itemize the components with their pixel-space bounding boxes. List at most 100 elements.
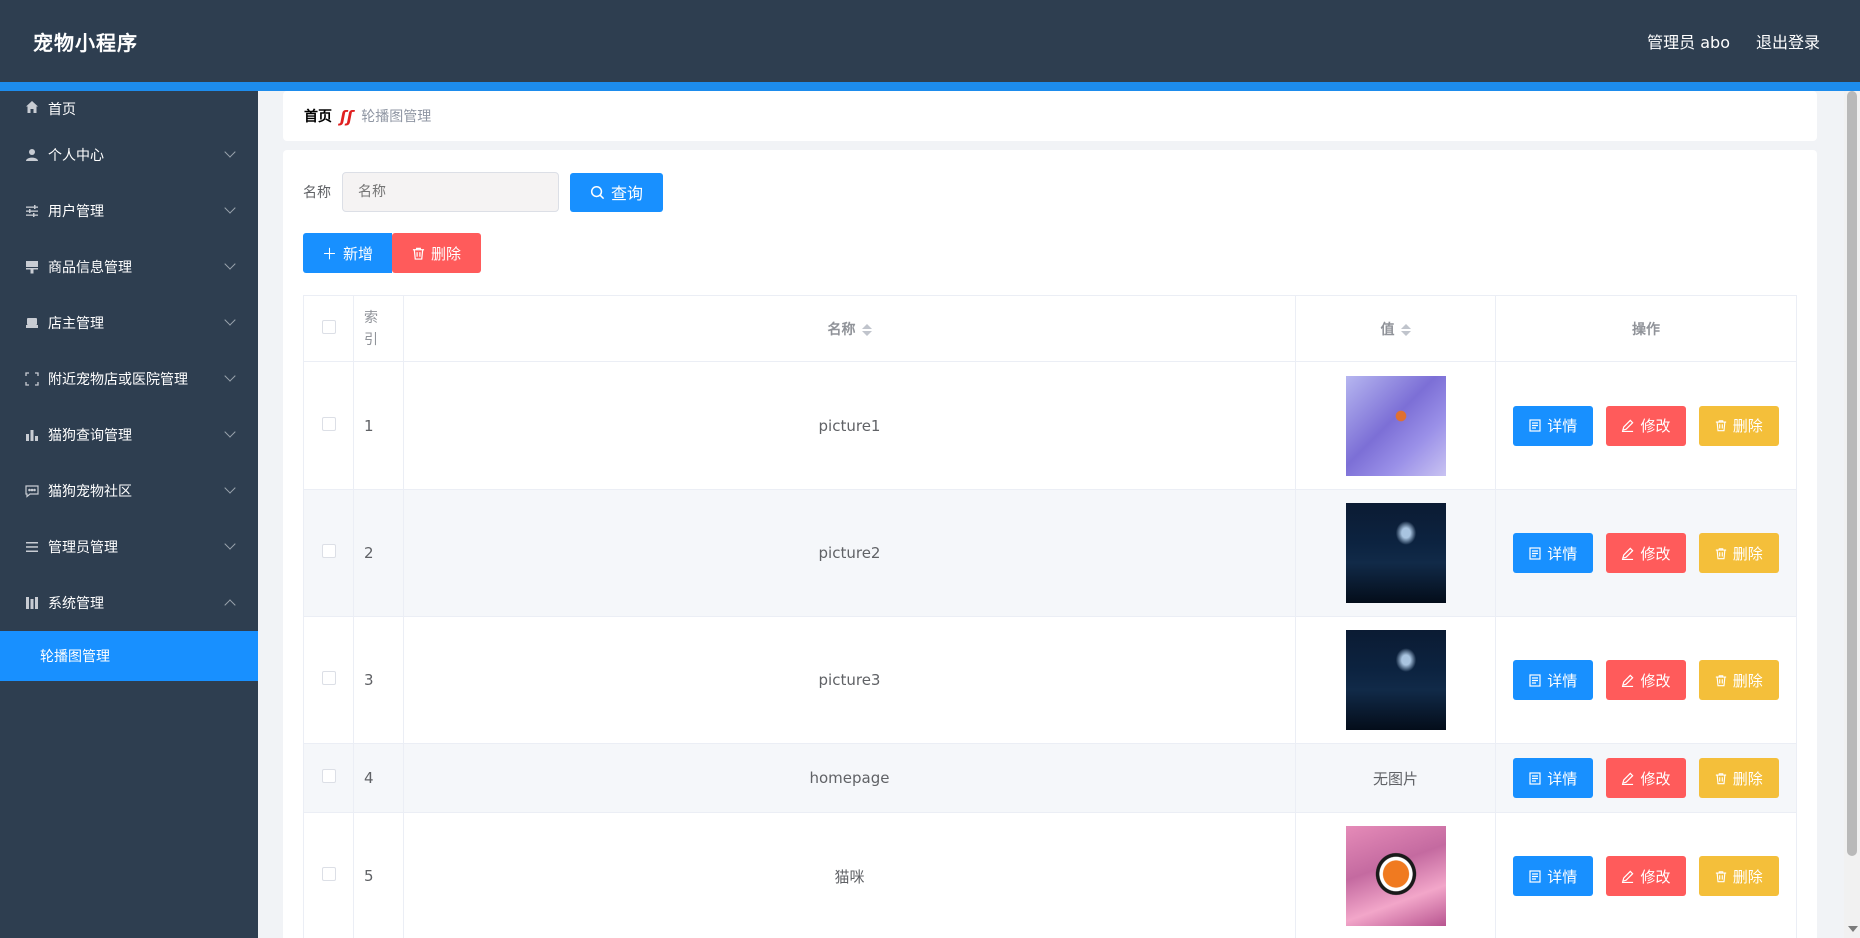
delete-button[interactable]: 删除	[1698, 660, 1779, 700]
select-all-checkbox[interactable]	[321, 319, 336, 334]
detail-button[interactable]: 详情	[1513, 758, 1594, 798]
row-checkbox[interactable]	[321, 867, 336, 881]
detail-label: 详情	[1547, 544, 1578, 563]
scan-icon	[24, 371, 40, 387]
delete-button[interactable]: 删除	[1698, 856, 1779, 896]
breadcrumb-separator-icon: ʃʃ	[340, 106, 354, 126]
scroll-down-arrow-icon[interactable]	[1848, 926, 1858, 932]
edit-label: 修改	[1640, 671, 1671, 690]
sidebar-item-label: 猫狗查询管理	[48, 428, 132, 444]
row-index: 5	[353, 812, 404, 938]
add-button[interactable]: ＋ 新增	[303, 233, 392, 273]
edit-label: 修改	[1640, 544, 1671, 563]
page-scrollbar[interactable]	[1844, 91, 1860, 938]
search-input[interactable]	[342, 172, 559, 212]
edit-button[interactable]: 修改	[1606, 533, 1686, 573]
carousel-image[interactable]	[1345, 630, 1446, 730]
sidebar-item-pet-query[interactable]: 猫狗查询管理	[0, 407, 258, 463]
sidebar-item-admins[interactable]: 管理员管理	[0, 519, 258, 575]
search-icon	[590, 185, 605, 199]
detail-label: 详情	[1547, 769, 1578, 788]
detail-label: 详情	[1547, 867, 1578, 886]
sidebar-subitem-carousel[interactable]: 轮播图管理	[0, 631, 258, 681]
plus-icon: ＋	[321, 244, 337, 263]
delete-label: 删除	[1732, 417, 1763, 435]
sidebar-item-label: 管理员管理	[48, 540, 118, 556]
carousel-image[interactable]	[1345, 375, 1446, 476]
row-name: picture1	[403, 361, 1296, 490]
query-button[interactable]: 查询	[570, 172, 663, 212]
trash-icon	[1715, 870, 1726, 882]
sidebar-item-label: 个人中心	[48, 148, 104, 164]
row-value	[1295, 361, 1496, 490]
edit-button[interactable]: 修改	[1606, 405, 1686, 446]
edit-label: 修改	[1640, 769, 1671, 788]
sidebar-item-pet-community[interactable]: 猫狗宠物社区	[0, 463, 258, 519]
sort-icon[interactable]	[1400, 323, 1411, 336]
row-check-cell	[303, 616, 354, 744]
carousel-image[interactable]	[1345, 503, 1446, 603]
document-icon	[1529, 673, 1541, 687]
row-checkbox[interactable]	[321, 416, 336, 431]
sidebar-item-shop-owners[interactable]: 店主管理	[0, 295, 258, 351]
edit-button[interactable]: 修改	[1606, 856, 1686, 896]
table-row: 2 picture2 详情 修改 删除	[303, 489, 1797, 617]
name-header[interactable]: 名称	[403, 295, 1296, 362]
sort-icon[interactable]	[861, 323, 872, 336]
sidebar-item-users[interactable]: 用户管理	[0, 183, 258, 239]
delete-button[interactable]: 删除	[1698, 758, 1779, 798]
breadcrumb-home[interactable]: 首页	[304, 106, 332, 126]
row-checkbox[interactable]	[321, 769, 336, 783]
pencil-icon	[1622, 547, 1634, 560]
logout-link[interactable]: 退出登录	[1756, 29, 1820, 53]
row-actions: 详情 修改 删除	[1495, 743, 1797, 813]
table-row: 5 猫咪 详情 修改 删除	[303, 812, 1797, 938]
delete-label: 删除	[1732, 769, 1763, 788]
carousel-image[interactable]	[1345, 826, 1446, 926]
row-actions: 详情 修改 删除	[1495, 616, 1797, 744]
value-header-label: 值	[1380, 321, 1395, 338]
home-icon	[24, 99, 40, 115]
sidebar-item-profile[interactable]: 个人中心	[0, 127, 258, 183]
detail-button[interactable]: 详情	[1513, 405, 1594, 446]
sidebar-item-nearby-shops[interactable]: 附近宠物店或医院管理	[0, 351, 258, 407]
main-content: 名称 查询 ＋ 新增 删除 索引 名称 值 操作	[283, 150, 1817, 938]
row-index: 4	[353, 743, 404, 813]
delete-label: 删除	[1732, 671, 1763, 690]
trash-icon	[412, 247, 425, 260]
value-header[interactable]: 值	[1295, 295, 1496, 362]
chevron-down-icon	[224, 202, 236, 214]
delete-button[interactable]: 删除	[1698, 533, 1779, 573]
document-icon	[1529, 771, 1541, 785]
chevron-up-icon	[224, 599, 236, 611]
detail-button[interactable]: 详情	[1513, 856, 1594, 896]
top-header: 宠物小程序 管理员 abo 退出登录	[0, 0, 1860, 82]
trash-icon	[1715, 547, 1726, 559]
sidebar-item-label: 店主管理	[48, 316, 104, 332]
pencil-icon	[1622, 419, 1634, 432]
sidebar-item-products[interactable]: 商品信息管理	[0, 239, 258, 295]
detail-button[interactable]: 详情	[1513, 660, 1594, 700]
detail-button[interactable]: 详情	[1513, 533, 1594, 573]
row-checkbox[interactable]	[321, 671, 336, 685]
table-row: 1 picture1 详情 修改 删除	[303, 361, 1797, 490]
delete-button[interactable]: 删除	[1698, 405, 1779, 446]
edit-button[interactable]: 修改	[1606, 660, 1686, 700]
accent-bar	[0, 82, 1860, 91]
row-index: 1	[353, 361, 404, 490]
sidebar-item-system[interactable]: 系统管理	[0, 575, 258, 631]
row-actions: 详情 修改 删除	[1495, 489, 1797, 617]
sidebar-item-label: 系统管理	[48, 596, 104, 612]
admin-user-label[interactable]: 管理员 abo	[1647, 29, 1730, 53]
row-checkbox[interactable]	[321, 544, 336, 558]
name-header-label: 名称	[827, 321, 856, 338]
sidebar: 首页 个人中心 用户管理 商品信息管理 店主管理 附近宠物店或医院管理 猫狗查询…	[0, 91, 258, 938]
trash-icon	[1715, 772, 1726, 784]
row-check-cell	[303, 361, 354, 490]
sidebar-item-home[interactable]: 首页	[0, 91, 258, 127]
scrollbar-thumb[interactable]	[1847, 91, 1857, 856]
edit-button[interactable]: 修改	[1606, 758, 1686, 798]
breadcrumb: 首页 ʃʃ 轮播图管理	[283, 91, 1817, 141]
delete-label: 删除	[1732, 867, 1763, 886]
bulk-delete-button[interactable]: 删除	[392, 233, 481, 273]
